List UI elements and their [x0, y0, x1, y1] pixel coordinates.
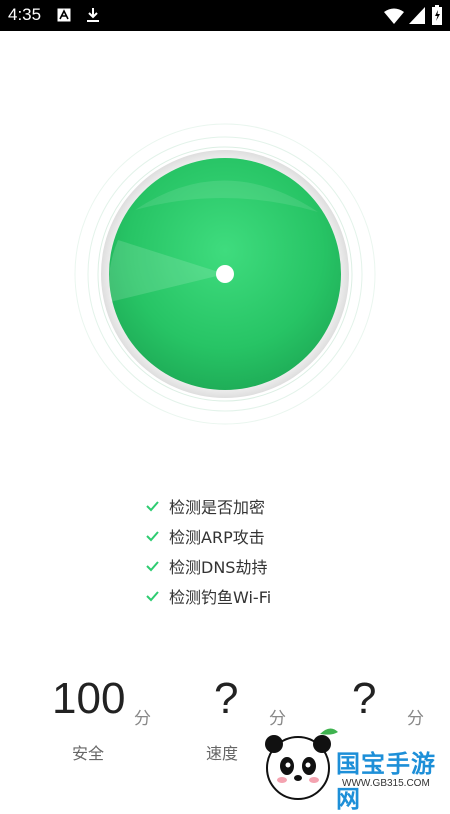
score-value: 100: [52, 674, 126, 723]
score-value: ?: [214, 674, 239, 723]
check-item-label: 检测ARP攻击: [169, 528, 265, 547]
scan-checklist: 检测是否加密 检测ARP攻击 检测DNS劫持 检测钓鱼Wi-Fi: [145, 491, 365, 611]
score-unit: 分: [134, 709, 151, 729]
check-icon: [146, 531, 159, 542]
score-security: 100 分 安全: [50, 668, 190, 768]
check-item-label: 检测钓鱼Wi-Fi: [169, 588, 272, 607]
watermark: 国宝手游网 WWW.GB315.COM: [260, 722, 450, 813]
score-label: 速度: [206, 744, 239, 763]
check-icon: [146, 561, 159, 572]
check-item-label: 检测是否加密: [169, 498, 266, 517]
score-label: 安全: [72, 744, 105, 763]
check-item-phishing-wifi: 检测钓鱼Wi-Fi: [145, 581, 365, 611]
check-item-dns: 检测DNS劫持: [145, 551, 365, 581]
check-item-encryption: 检测是否加密: [145, 491, 365, 521]
check-icon: [146, 591, 159, 602]
check-item-label: 检测DNS劫持: [169, 558, 268, 577]
radar-center-dot: [216, 265, 234, 283]
check-item-arp: 检测ARP攻击: [145, 521, 365, 551]
check-icon: [146, 501, 159, 512]
score-value: ?: [352, 674, 377, 723]
radar-scanner: [0, 0, 450, 460]
watermark-url: WWW.GB315.COM: [342, 778, 430, 789]
